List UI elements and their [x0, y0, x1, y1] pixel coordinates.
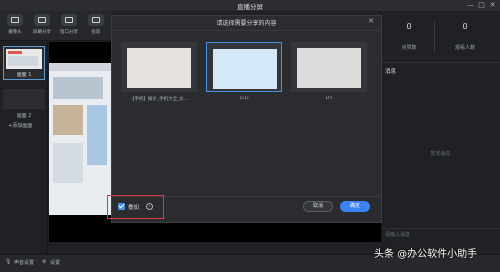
microphone-icon[interactable]: 🎙: [5, 259, 11, 265]
divider: [381, 228, 500, 229]
viewers-label: 观看人数: [454, 45, 475, 51]
screen-share-label: 屏幕分享: [33, 30, 51, 35]
screen-share-icon: [34, 14, 50, 26]
share-option-card-1[interactable]: [121, 42, 197, 92]
stat-divider: [434, 22, 435, 52]
minimize-button[interactable]: —: [466, 1, 475, 10]
preview-screenshot: [49, 63, 112, 215]
gear-icon[interactable]: ⚙: [42, 259, 46, 265]
card-1-label: 【手机】报价_手机大全_价...: [129, 97, 189, 102]
camera-icon: [7, 14, 23, 26]
audio-settings-button[interactable]: 声音设置: [14, 259, 34, 266]
messages-empty-state: 暂无消息: [430, 151, 451, 157]
settings-button[interactable]: 设置: [50, 259, 60, 266]
maximize-button[interactable]: □: [477, 1, 486, 10]
card-3-label: D:\: [325, 96, 333, 101]
divider: [111, 30, 382, 31]
window-share-button[interactable]: 窗口分享: [58, 14, 80, 38]
share-option-card-2[interactable]: [206, 42, 282, 92]
viewers-count: 0: [462, 22, 468, 31]
divider: [381, 62, 500, 63]
scene-2-label: 画面 2: [16, 113, 32, 119]
confirm-button[interactable]: 确定: [340, 201, 370, 212]
dialog-close-button[interactable]: ✕: [367, 17, 375, 25]
window-title: 直播分屏: [237, 3, 263, 11]
camera-button[interactable]: 摄像头: [4, 14, 26, 38]
likes-label: 点赞数: [401, 45, 417, 51]
window-share-icon: [61, 14, 77, 26]
watermark: 头条 @办公软件小助手: [374, 249, 478, 260]
cancel-button[interactable]: 取消: [303, 201, 333, 212]
screen-share-button[interactable]: 屏幕分享: [31, 14, 53, 38]
window-share-label: 窗口分享: [60, 30, 78, 35]
share-option-card-3[interactable]: [291, 42, 367, 92]
dialog-title: 请选择需要分享的内容: [216, 20, 277, 27]
scene-1-label: 画面 1: [16, 72, 32, 78]
message-input[interactable]: 请输入消息: [385, 231, 410, 238]
close-button[interactable]: ✕: [488, 1, 497, 10]
add-scene-button[interactable]: +添加画面: [8, 122, 32, 129]
scene-item-2[interactable]: [3, 89, 45, 109]
likes-count: 0: [406, 22, 412, 31]
highlight-annotation: [107, 195, 164, 219]
projector-icon: [88, 14, 104, 26]
card-2-label: 1(1): [239, 96, 249, 101]
scene-thumbnail: [6, 49, 42, 69]
camera-label: 摄像头: [8, 30, 22, 35]
projector-button[interactable]: 投影: [85, 14, 107, 38]
messages-title: 消息: [385, 69, 397, 75]
projector-label: 投影: [91, 30, 101, 35]
